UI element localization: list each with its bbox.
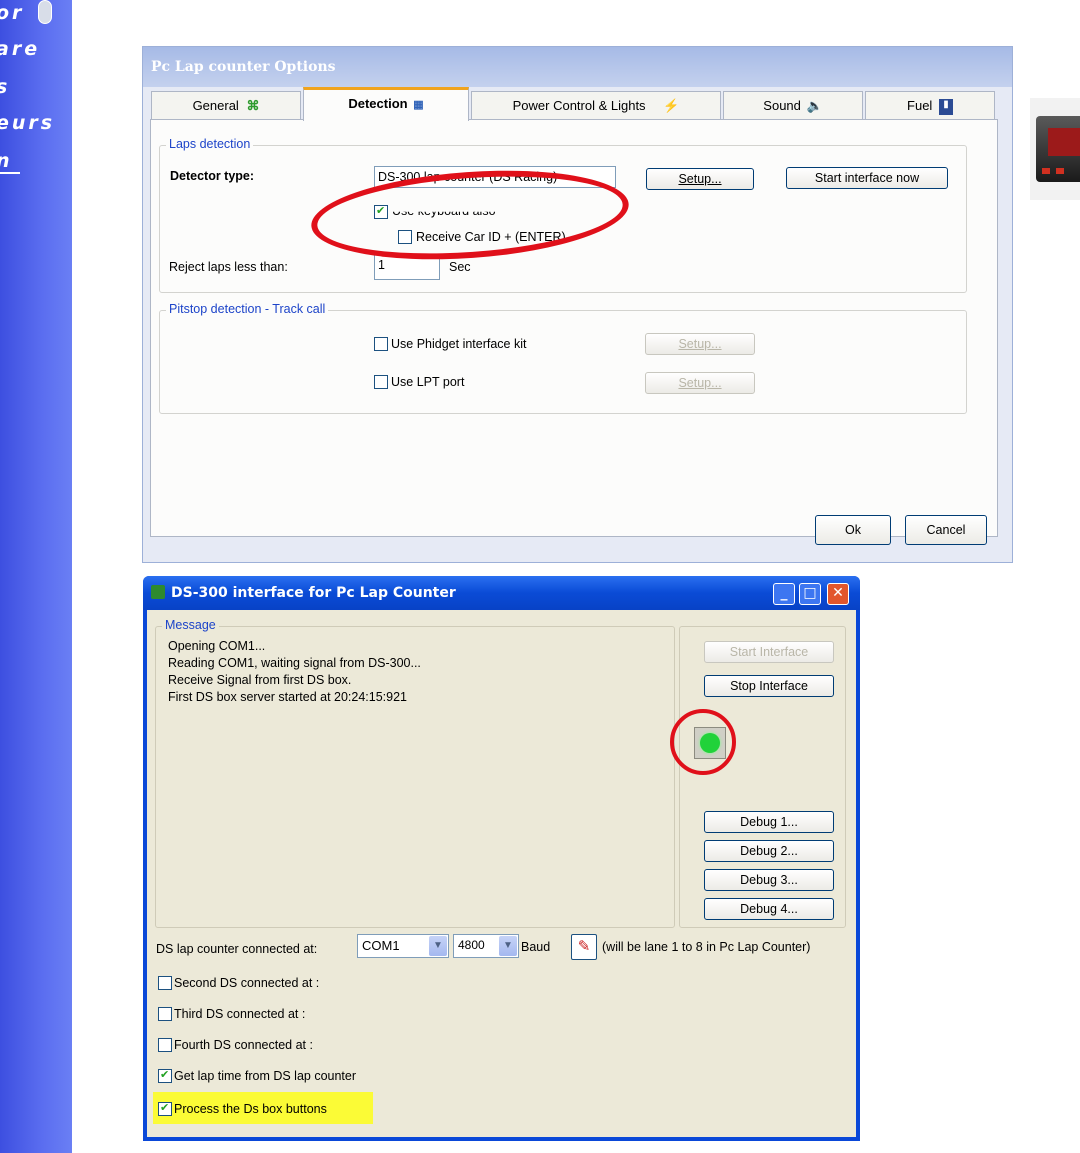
tab-bar: General ⌘ Detection ▦ Power Control & Li…	[151, 87, 1004, 121]
pencil-icon: ✎	[577, 938, 591, 955]
chevron-down-icon: ▼	[429, 936, 447, 956]
grid-icon: ⌘	[246, 98, 260, 113]
baud-label: Baud	[521, 940, 551, 954]
baud-value: 4800	[458, 938, 485, 952]
phidget-setup-button[interactable]: Setup...	[645, 333, 755, 355]
debug-3-button[interactable]: Debug 3...	[704, 869, 834, 891]
tab-label: Detection	[348, 96, 408, 111]
sidebar-fragment: are	[0, 38, 41, 60]
tab-detection[interactable]: Detection ▦	[303, 87, 469, 121]
message-line: Receive Signal from first DS box.	[168, 673, 352, 687]
third-ds-label: Third DS connected at :	[174, 1007, 306, 1021]
com-port-select[interactable]: COM1 ▼	[357, 934, 449, 958]
window-body: Message Opening COM1... Reading COM1, wa…	[147, 610, 856, 1137]
use-phidget-label: Use Phidget interface kit	[391, 337, 527, 351]
mouse-icon	[38, 0, 52, 24]
options-dialog: Pc Lap counter Options General ⌘ Detecti…	[142, 46, 1013, 563]
process-buttons-checkbox[interactable]	[158, 1101, 172, 1116]
chevron-down-icon: ▼	[499, 936, 517, 956]
start-interface-button[interactable]: Start Interface	[704, 641, 834, 663]
detection-panel: Laps detection Detector type: DS-300 lap…	[150, 119, 998, 537]
background-sidebar: or are s eurs n	[0, 0, 72, 1153]
maximize-button[interactable]: □	[799, 583, 821, 605]
window-title: DS-300 interface for Pc Lap Counter	[171, 585, 456, 601]
use-phidget-checkbox[interactable]	[374, 337, 388, 351]
message-line: Opening COM1...	[168, 639, 266, 653]
tab-fuel[interactable]: Fuel ▮	[865, 91, 995, 119]
debug-2-button[interactable]: Debug 2...	[704, 840, 834, 862]
ds300-interface-window: DS-300 interface for Pc Lap Counter _ □ …	[143, 576, 860, 1141]
minimize-button[interactable]: _	[773, 583, 795, 605]
lane-note: (will be lane 1 to 8 in Pc Lap Counter)	[602, 940, 811, 954]
speaker-icon: 🔈	[806, 98, 823, 113]
connected-at-label: DS lap counter connected at:	[156, 942, 318, 956]
tab-general[interactable]: General ⌘	[151, 91, 301, 119]
controls-group: Start Interface Stop Interface Debug 1..…	[670, 626, 846, 928]
message-group: Message Opening COM1... Reading COM1, wa…	[155, 618, 675, 928]
annotation-circle	[670, 709, 736, 775]
tab-label: General	[192, 98, 239, 113]
sidebar-fragment: or	[0, 2, 25, 24]
tab-label: Sound	[763, 98, 801, 113]
ds300-device-image	[1030, 98, 1080, 200]
process-buttons-label: Process the Ds box buttons	[174, 1102, 327, 1116]
detector-type-label: Detector type:	[170, 169, 255, 183]
second-ds-label: Second DS connected at :	[174, 976, 320, 990]
message-line: Reading COM1, waiting signal from DS-300…	[168, 656, 421, 670]
use-lpt-checkbox[interactable]	[374, 375, 388, 389]
reject-laps-label: Reject laps less than:	[169, 260, 288, 274]
tab-sound[interactable]: Sound 🔈	[723, 91, 863, 119]
group-label: Message	[162, 618, 219, 632]
lightning-icon: ⚡	[663, 98, 680, 113]
lpt-setup-button[interactable]: Setup...	[645, 372, 755, 394]
cancel-button[interactable]: Cancel	[905, 515, 987, 545]
stop-interface-button[interactable]: Stop Interface	[704, 675, 834, 697]
third-ds-checkbox[interactable]	[158, 1007, 172, 1021]
app-icon	[151, 585, 165, 599]
sidebar-fragment: s	[0, 76, 10, 98]
group-label: Laps detection	[166, 137, 254, 151]
pitstop-group: Pitstop detection - Track call Use Phidg…	[159, 302, 967, 414]
fourth-ds-label: Fourth DS connected at :	[174, 1038, 313, 1052]
debug-4-button[interactable]: Debug 4...	[704, 898, 834, 920]
tab-power-control-lights[interactable]: Power Control & Lights ⚡	[471, 91, 721, 119]
debug-1-button[interactable]: Debug 1...	[704, 811, 834, 833]
fuel-pump-icon: ▮	[938, 98, 953, 115]
start-interface-now-button[interactable]: Start interface now	[786, 167, 948, 189]
message-line: First DS box server started at 20:24:15:…	[168, 690, 408, 704]
window-title-bar: DS-300 interface for Pc Lap Counter _ □ …	[143, 576, 860, 610]
group-label: Pitstop detection - Track call	[166, 302, 329, 316]
ok-button[interactable]: Ok	[815, 515, 891, 545]
get-lap-time-checkbox[interactable]	[158, 1068, 172, 1083]
sidebar-link-fragment[interactable]: n	[0, 150, 13, 172]
close-button[interactable]: ✕	[827, 583, 849, 605]
sidebar-fragment: eurs	[0, 112, 56, 134]
dialog-title: Pc Lap counter Options	[143, 47, 1012, 87]
setup-button[interactable]: Setup...	[646, 168, 754, 190]
divider	[0, 172, 20, 174]
com-port-value: COM1	[362, 938, 400, 953]
reject-laps-unit: Sec	[449, 260, 471, 274]
tab-label: Power Control & Lights	[512, 98, 646, 113]
second-ds-checkbox[interactable]	[158, 976, 172, 990]
lane-tool-button[interactable]: ✎	[571, 934, 597, 960]
baud-select[interactable]: 4800 ▼	[453, 934, 519, 958]
get-lap-time-label: Get lap time from DS lap counter	[174, 1069, 357, 1083]
detection-icon: ▦	[413, 99, 424, 111]
tab-label: Fuel	[907, 98, 933, 113]
use-lpt-label: Use LPT port	[391, 375, 465, 389]
fourth-ds-checkbox[interactable]	[158, 1038, 172, 1052]
